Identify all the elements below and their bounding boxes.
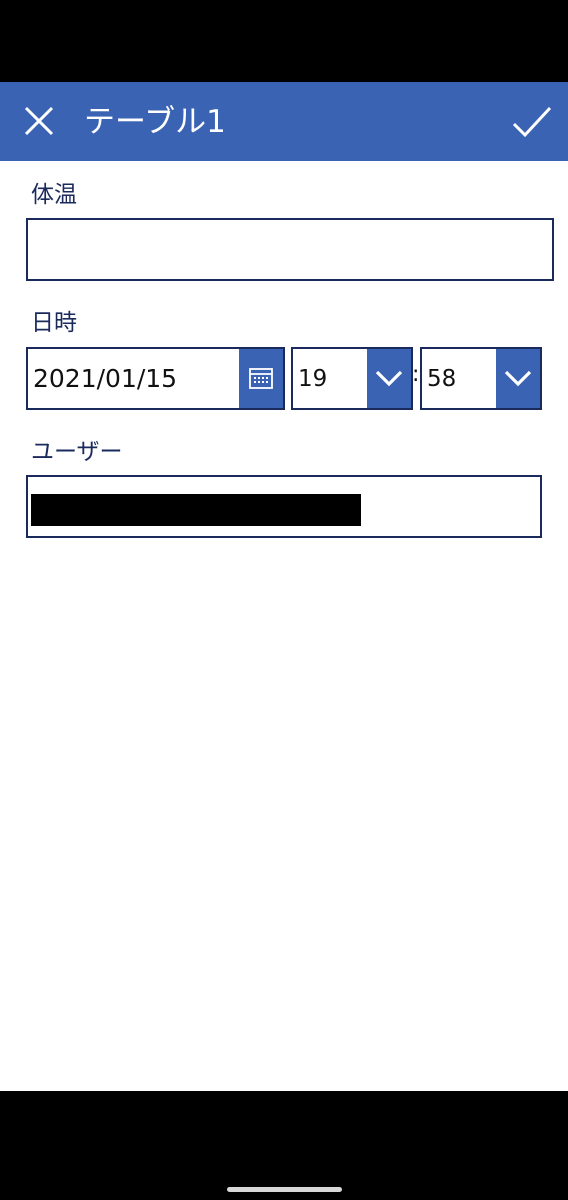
user-label: ユーザー bbox=[31, 439, 123, 465]
form-body: 体温 日時 2021/01/15 19 : 58 ユーザー bbox=[0, 161, 568, 1091]
app-header: テーブル1 bbox=[0, 82, 568, 161]
hour-dropdown[interactable]: 19 bbox=[291, 347, 413, 410]
navigation-bar bbox=[0, 1091, 568, 1200]
user-field[interactable] bbox=[26, 475, 542, 538]
redacted-user-value bbox=[31, 494, 361, 526]
submit-button[interactable] bbox=[510, 102, 554, 142]
date-value: 2021/01/15 bbox=[33, 364, 178, 393]
status-bar bbox=[0, 0, 568, 82]
calendar-icon bbox=[249, 368, 273, 389]
minute-value: 58 bbox=[427, 366, 457, 392]
datetime-label: 日時 bbox=[31, 310, 77, 336]
minute-dropdown[interactable]: 58 bbox=[420, 347, 542, 410]
minute-dropdown-arrow[interactable] bbox=[496, 349, 540, 408]
hour-value: 19 bbox=[298, 366, 328, 392]
chevron-down-icon bbox=[375, 370, 403, 387]
temperature-input[interactable] bbox=[26, 218, 554, 281]
chevron-down-icon bbox=[504, 370, 532, 387]
calendar-button[interactable] bbox=[239, 349, 283, 408]
checkmark-icon bbox=[512, 106, 552, 138]
close-button[interactable] bbox=[16, 102, 60, 142]
close-icon bbox=[24, 106, 54, 136]
home-indicator[interactable] bbox=[227, 1187, 342, 1192]
date-picker[interactable]: 2021/01/15 bbox=[26, 347, 285, 410]
hour-dropdown-arrow[interactable] bbox=[367, 349, 411, 408]
time-separator: : bbox=[412, 362, 420, 387]
page-title: テーブル1 bbox=[84, 104, 226, 140]
temperature-label: 体温 bbox=[31, 182, 77, 208]
